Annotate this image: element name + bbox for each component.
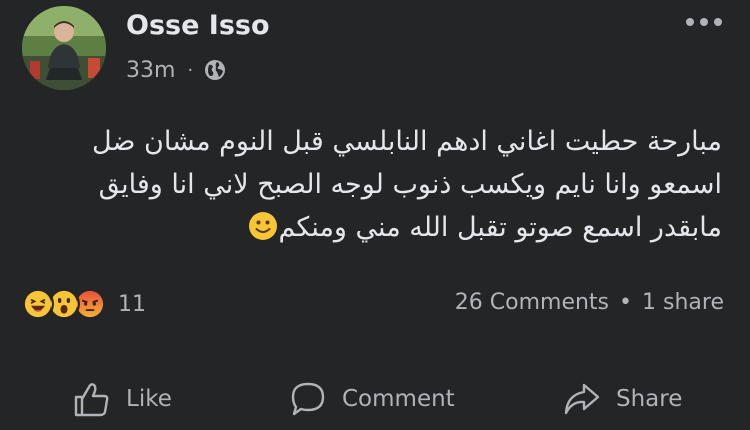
share-arrow-icon: [564, 383, 600, 415]
more-options-button[interactable]: [682, 10, 726, 34]
post-text-line: مبارحة حطيت اغاني ادهم النابلسي قبل النو…: [92, 126, 722, 157]
profile-photo: [22, 6, 106, 90]
post-text-line: اسمعو وانا نايم ويكسب ذنوب لوجه الصبح لا…: [98, 169, 722, 200]
reactions-summary[interactable]: 11: [22, 288, 146, 320]
post-card: Osse Isso 33m · مبارحة حطيت اغاني ادهم ا…: [0, 0, 750, 430]
more-dot-icon: [714, 18, 722, 26]
globe-icon[interactable]: [203, 58, 227, 82]
thumbs-up-icon: [74, 383, 109, 417]
stats-separator: •: [619, 290, 633, 315]
like-button[interactable]: Like: [72, 370, 172, 428]
share-button[interactable]: Share: [562, 370, 682, 428]
engagement-stats: 26 Comments • 1 share: [455, 290, 724, 315]
meta-separator: ·: [187, 59, 194, 81]
post-time[interactable]: 33m: [126, 58, 175, 83]
avatar[interactable]: [22, 6, 106, 90]
post-meta: 33m ·: [126, 56, 227, 84]
more-dot-icon: [700, 18, 708, 26]
comment-label: Comment: [342, 386, 455, 412]
share-label: Share: [616, 386, 683, 412]
post-text-line: مابقدر اسمع صوتو تقبل الله مني ومنكم: [278, 212, 722, 243]
comment-icon: [291, 382, 325, 416]
comments-count-link[interactable]: 26 Comments: [455, 290, 609, 315]
post-text: مبارحة حطيت اغاني ادهم النابلسي قبل النو…: [42, 120, 722, 249]
reaction-count[interactable]: 11: [118, 292, 146, 317]
more-dot-icon: [686, 18, 694, 26]
author-name[interactable]: Osse Isso: [126, 10, 270, 41]
like-label: Like: [126, 386, 172, 412]
haha-reaction-icon: [22, 288, 54, 320]
slightly-smiling-face-emoji: [249, 212, 278, 240]
comment-button[interactable]: Comment: [288, 370, 455, 428]
shares-count-link[interactable]: 1 share: [642, 290, 724, 315]
action-bar: Like Comment Share: [0, 370, 750, 428]
post-text-line-last: مابقدر اسمع صوتو تقبل الله مني ومنكم: [42, 206, 722, 249]
